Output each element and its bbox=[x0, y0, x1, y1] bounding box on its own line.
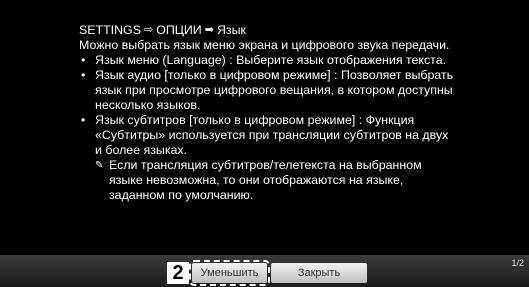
close-button[interactable]: Закрыть bbox=[271, 263, 367, 283]
breadcrumb-settings: SETTINGS bbox=[79, 23, 141, 37]
arrow-outline-icon: ⇨ bbox=[143, 24, 154, 36]
bullet-icon: • bbox=[81, 68, 86, 82]
arrow-solid-icon: ➡ bbox=[204, 24, 214, 36]
bullet-icon: • bbox=[81, 53, 86, 67]
list-item-line: Язык субтитров [только в цифровом режиме… bbox=[95, 113, 415, 127]
reduce-button[interactable]: Уменьшить bbox=[189, 260, 270, 286]
intro-text: Можно выбрать язык меню экрана и цифрово… bbox=[79, 38, 450, 52]
list-item-line: Язык аудио [только в цифровом режиме] : … bbox=[95, 68, 454, 82]
bullet-icon: • bbox=[81, 113, 86, 127]
breadcrumb-language: Язык bbox=[216, 23, 246, 37]
note-item: ✎ Если трансляция субтитров/телетекста н… bbox=[79, 158, 499, 203]
help-content: SETTINGS ⇨ ОПЦИИ ➡ Язык Можно выбрать яз… bbox=[79, 23, 499, 203]
list-item-line: несколько языков. bbox=[95, 98, 201, 112]
list-item: • Язык меню (Language) : Выберите язык о… bbox=[79, 53, 499, 68]
list-item-line: и более языках. bbox=[95, 143, 188, 157]
note-pencil-icon: ✎ bbox=[95, 160, 104, 171]
breadcrumb: SETTINGS ⇨ ОПЦИИ ➡ Язык bbox=[79, 23, 499, 38]
help-screen: SETTINGS ⇨ ОПЦИИ ➡ Язык Можно выбрать яз… bbox=[0, 0, 529, 287]
note-line: заданном по умолчанию. bbox=[109, 188, 254, 202]
page-indicator: 1/2 bbox=[511, 258, 524, 268]
list-item-line: Язык меню (Language) : Выберите язык ото… bbox=[95, 53, 447, 67]
list-item: • Язык субтитров [только в цифровом режи… bbox=[79, 113, 499, 158]
note-line: Если трансляция субтитров/телетекста на … bbox=[109, 158, 422, 172]
list-item-line: язык при просмотре цифрового вещания, в … bbox=[95, 83, 453, 97]
number-badge: 2 bbox=[167, 262, 189, 284]
note-line: языке невозможна, то они отображаются на… bbox=[109, 173, 404, 187]
list-item: • Язык аудио [только в цифровом режиме] … bbox=[79, 68, 499, 113]
list-item-line: «Субтитры» используется при трансляции с… bbox=[95, 128, 449, 142]
breadcrumb-options: ОПЦИИ bbox=[156, 23, 202, 37]
